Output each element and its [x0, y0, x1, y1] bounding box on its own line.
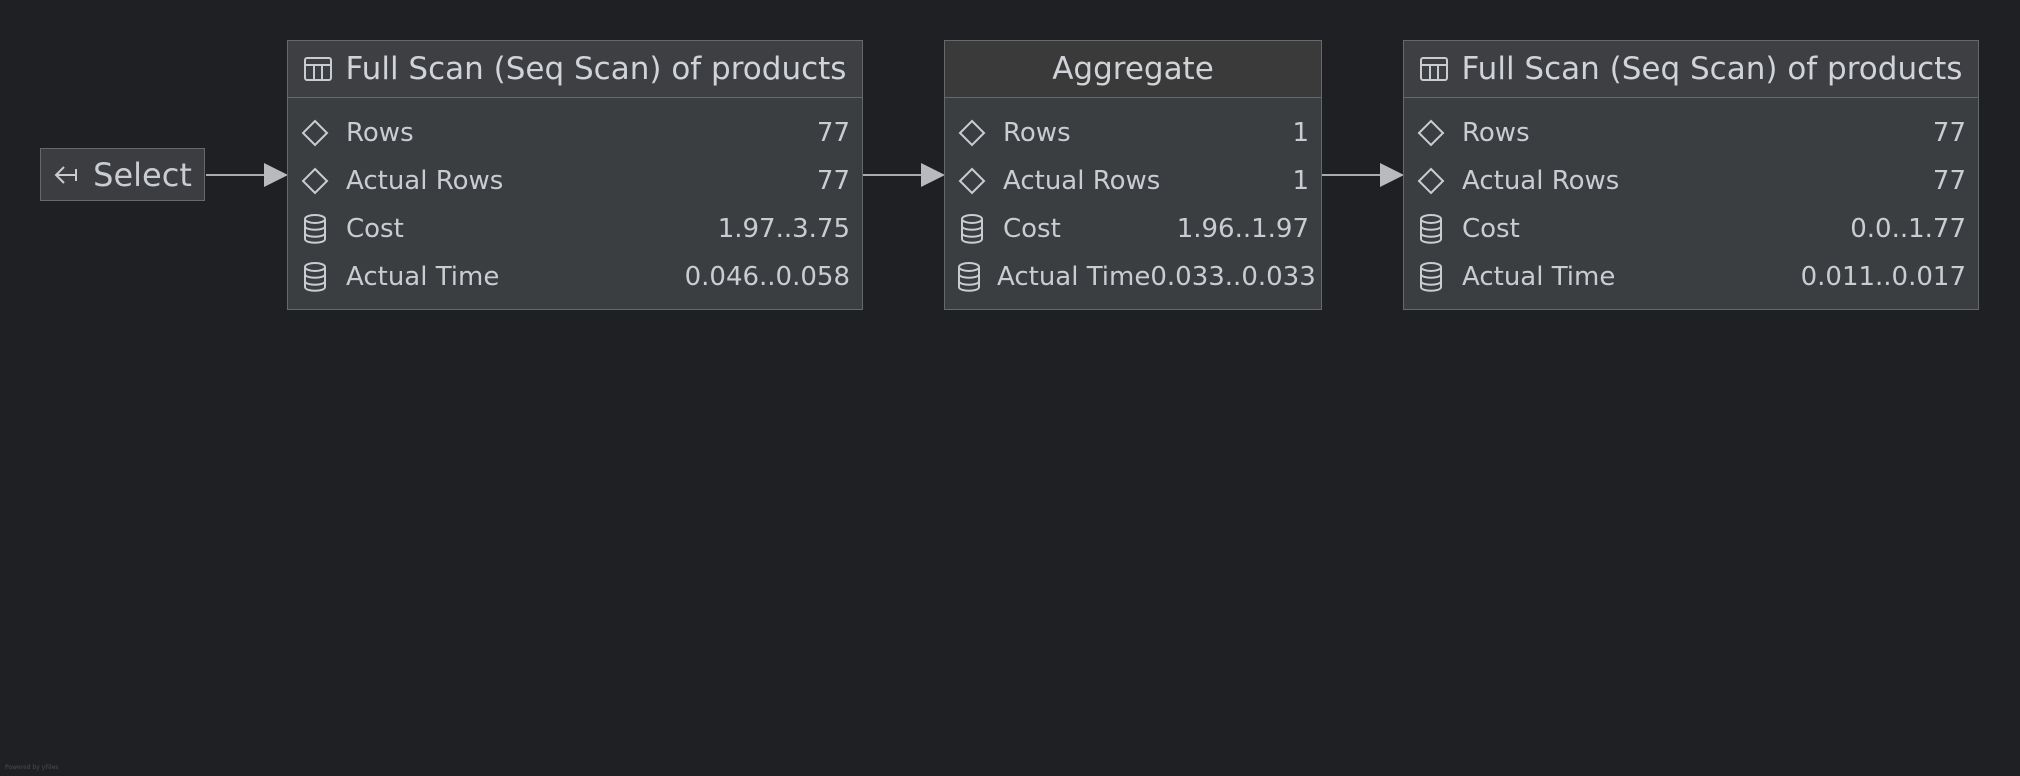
table-icon — [1419, 57, 1448, 81]
plan-node-scan-1[interactable]: Full Scan (Seq Scan) of products Rows 77… — [287, 40, 863, 310]
row-value: 77 — [1932, 118, 1966, 148]
diamond-icon — [957, 166, 987, 196]
row-label: Actual Time — [997, 262, 1151, 292]
database-icon — [300, 262, 330, 292]
row-label: Actual Time — [346, 262, 500, 292]
arrow-left-in-icon — [53, 164, 79, 186]
row-value: 1.96..1.97 — [1176, 214, 1309, 244]
database-icon — [957, 214, 987, 244]
row-value: 77 — [1932, 166, 1966, 196]
node-row-rows: Rows 77 — [300, 109, 850, 157]
node-row-actual-time: Actual Time 0.033..0.033 — [957, 253, 1316, 301]
plan-node-aggregate[interactable]: Aggregate Rows 1 Actual Rows 1 Cost 1.96… — [944, 40, 1322, 310]
diamond-icon — [300, 118, 330, 148]
node-row-actual-rows: Actual Rows 77 — [1416, 157, 1966, 205]
database-icon — [300, 214, 330, 244]
row-label: Cost — [1462, 214, 1520, 244]
select-node[interactable]: Select — [40, 148, 205, 201]
node-row-rows: Rows 1 — [957, 109, 1309, 157]
table-icon — [303, 57, 332, 81]
row-label: Rows — [346, 118, 414, 148]
row-value: 77 — [816, 118, 850, 148]
node-row-cost: Cost 1.97..3.75 — [300, 205, 850, 253]
edge-aggregate-to-scan — [1322, 163, 1404, 187]
row-label: Rows — [1003, 118, 1071, 148]
database-icon — [1416, 214, 1446, 244]
node-row-cost: Cost 0.0..1.77 — [1416, 205, 1966, 253]
node-row-cost: Cost 1.96..1.97 — [957, 205, 1309, 253]
row-value: 1.97..3.75 — [717, 214, 850, 244]
plan-node-scan-2[interactable]: Full Scan (Seq Scan) of products Rows 77… — [1403, 40, 1979, 310]
row-value: 0.0..1.77 — [1850, 214, 1966, 244]
node-row-actual-rows: Actual Rows 1 — [957, 157, 1309, 205]
node-header: Full Scan (Seq Scan) of products — [288, 41, 862, 98]
database-icon — [957, 262, 981, 292]
row-label: Actual Rows — [346, 166, 504, 196]
row-value: 0.033..0.033 — [1150, 262, 1316, 292]
row-label: Cost — [346, 214, 404, 244]
row-value: 0.011..0.017 — [1800, 262, 1966, 292]
database-icon — [1416, 262, 1446, 292]
node-title: Full Scan (Seq Scan) of products — [1461, 51, 1963, 87]
diamond-icon — [957, 118, 987, 148]
node-title: Aggregate — [1052, 51, 1214, 87]
node-header: Full Scan (Seq Scan) of products — [1404, 41, 1978, 98]
diamond-icon — [300, 166, 330, 196]
node-header: Aggregate — [945, 41, 1321, 98]
edge-scan-to-aggregate — [863, 163, 945, 187]
row-value: 1 — [1292, 166, 1309, 196]
row-value: 1 — [1292, 118, 1309, 148]
row-label: Rows — [1462, 118, 1530, 148]
diamond-icon — [1416, 166, 1446, 196]
powered-by-label: Powered by yFiles — [5, 764, 59, 771]
select-label: Select — [93, 155, 192, 194]
row-label: Actual Time — [1462, 262, 1616, 292]
row-value: 0.046..0.058 — [684, 262, 850, 292]
edge-select-to-scan — [206, 163, 288, 187]
node-title: Full Scan (Seq Scan) of products — [345, 51, 847, 87]
node-row-actual-time: Actual Time 0.046..0.058 — [300, 253, 850, 301]
node-row-rows: Rows 77 — [1416, 109, 1966, 157]
node-row-actual-rows: Actual Rows 77 — [300, 157, 850, 205]
row-label: Actual Rows — [1462, 166, 1620, 196]
row-label: Cost — [1003, 214, 1061, 244]
node-row-actual-time: Actual Time 0.011..0.017 — [1416, 253, 1966, 301]
row-label: Actual Rows — [1003, 166, 1161, 196]
row-value: 77 — [816, 166, 850, 196]
diamond-icon — [1416, 118, 1446, 148]
